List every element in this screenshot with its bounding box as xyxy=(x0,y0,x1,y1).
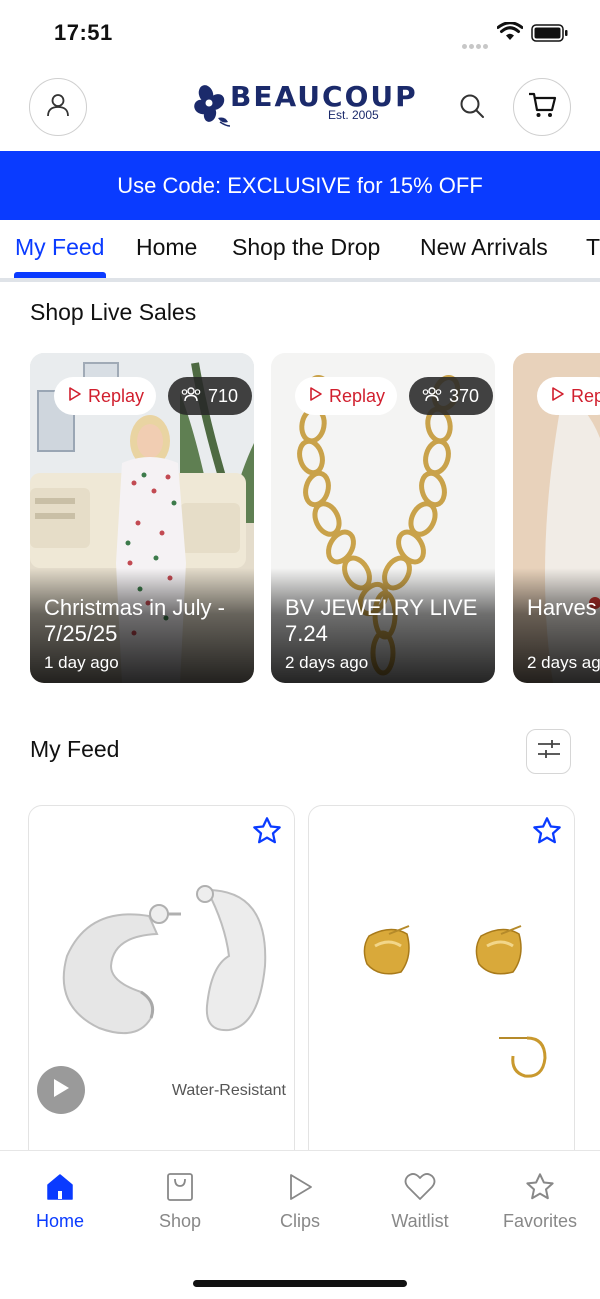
viewer-count: 370 xyxy=(449,385,480,406)
replay-label: Replay xyxy=(329,385,386,406)
promo-banner[interactable]: Use Code: EXCLUSIVE for 15% OFF xyxy=(0,151,600,220)
tab-my-feed[interactable]: My Feed xyxy=(15,234,104,261)
favorite-button[interactable] xyxy=(250,816,284,850)
logo-established: Est. 2005 xyxy=(328,108,379,122)
cart-button[interactable] xyxy=(513,78,571,136)
heart-icon xyxy=(370,1169,470,1205)
nav-clips-label: Clips xyxy=(279,1211,320,1231)
nav-clips[interactable]: Clips xyxy=(250,1169,350,1232)
viewer-count: 710 xyxy=(208,385,239,406)
viewer-count-badge: 370 xyxy=(409,377,494,415)
live-sale-time: 2 days ago xyxy=(285,653,369,672)
play-icon xyxy=(250,1169,350,1205)
tab-truncated[interactable]: T xyxy=(586,234,600,261)
tab-home[interactable]: Home xyxy=(136,234,197,261)
live-sale-card[interactable]: Rep Harves 7/24/2 2 days ag xyxy=(513,353,600,683)
wifi-icon xyxy=(496,21,524,47)
search-button[interactable] xyxy=(456,92,488,124)
nav-shop[interactable]: Shop xyxy=(130,1169,230,1232)
nav-home[interactable]: Home xyxy=(10,1169,110,1232)
replay-play-icon xyxy=(68,386,82,407)
nav-waitlist[interactable]: Waitlist xyxy=(370,1169,470,1232)
product-card[interactable] xyxy=(308,805,575,1165)
viewer-count-badge: 710 xyxy=(168,377,253,415)
product-tag: Water-Resistant xyxy=(171,1082,286,1099)
nav-waitlist-label: Waitlist xyxy=(391,1211,449,1231)
nav-home-label: Home xyxy=(35,1211,84,1231)
user-icon xyxy=(45,92,71,123)
star-icon xyxy=(531,815,563,852)
shopping-bag-icon xyxy=(130,1169,230,1205)
sliders-icon xyxy=(536,738,562,765)
replay-play-icon xyxy=(551,386,565,407)
favorite-button[interactable] xyxy=(530,816,564,850)
home-indicator xyxy=(193,1280,407,1287)
live-sales-title: Shop Live Sales xyxy=(30,299,197,325)
app-header: BEAUCOUP Est. 2005 xyxy=(0,66,600,150)
live-sale-title: BV JEWELRY LIVE 7.24 xyxy=(285,595,478,646)
filter-button[interactable] xyxy=(526,729,571,774)
video-play-button[interactable] xyxy=(37,1066,85,1114)
star-icon xyxy=(251,815,283,852)
live-sale-card[interactable]: Replay 710 Christmas in July - 7/25/25 1… xyxy=(30,353,254,683)
replay-badge[interactable]: Replay xyxy=(295,377,398,415)
product-image xyxy=(363,925,547,1078)
home-icon xyxy=(10,1169,110,1205)
account-button[interactable] xyxy=(29,78,87,136)
logo-wordmark: BEAUCOUP xyxy=(230,80,418,113)
search-icon xyxy=(458,92,486,125)
replay-play-icon xyxy=(309,386,323,407)
live-sale-card[interactable]: Replay 370 BV JEWELRY LIVE 7.24 2 days a… xyxy=(271,353,495,683)
nav-favorites-label: Favorites xyxy=(502,1211,578,1231)
nav-favorites[interactable]: Favorites xyxy=(490,1169,590,1232)
replay-label: Replay xyxy=(88,385,145,406)
flower-logo-icon xyxy=(192,82,231,133)
cart-icon xyxy=(527,91,557,124)
replay-badge[interactable]: Replay xyxy=(54,377,157,415)
category-tabs: My Feed Home Shop the Drop New Arrivals … xyxy=(0,220,600,282)
promo-text: Use Code: EXCLUSIVE for 15% OFF xyxy=(117,172,483,198)
live-sale-time: 2 days ag xyxy=(527,653,600,672)
replay-badge[interactable]: Rep xyxy=(537,377,600,415)
live-sales-carousel[interactable]: Replay 710 Christmas in July - 7/25/25 1… xyxy=(0,353,600,683)
live-sale-title: Harves 7/24/2 xyxy=(527,595,600,620)
bottom-navigation: Home Shop Clips Waitlist Favorites xyxy=(0,1150,600,1299)
status-bar: 17:51 xyxy=(0,0,600,66)
viewers-icon xyxy=(421,386,443,407)
replay-label: Rep xyxy=(571,385,600,406)
live-sale-time: 1 day ago xyxy=(44,653,119,672)
brand-logo[interactable]: BEAUCOUP Est. 2005 xyxy=(192,80,416,133)
product-card[interactable]: Water-Resistant xyxy=(28,805,295,1165)
battery-icon xyxy=(531,24,569,47)
status-time: 17:51 xyxy=(54,20,113,45)
nav-shop-label: Shop xyxy=(158,1211,202,1231)
active-tab-indicator xyxy=(14,272,106,278)
tab-shop-the-drop[interactable]: Shop the Drop xyxy=(232,234,380,261)
signal-icon xyxy=(462,36,490,54)
play-icon xyxy=(51,1077,71,1104)
viewers-icon xyxy=(180,386,202,407)
feed-title: My Feed xyxy=(30,736,120,762)
live-sale-title: Christmas in July - 7/25/25 xyxy=(44,595,225,646)
tab-new-arrivals[interactable]: New Arrivals xyxy=(420,234,548,261)
star-icon xyxy=(490,1169,590,1205)
